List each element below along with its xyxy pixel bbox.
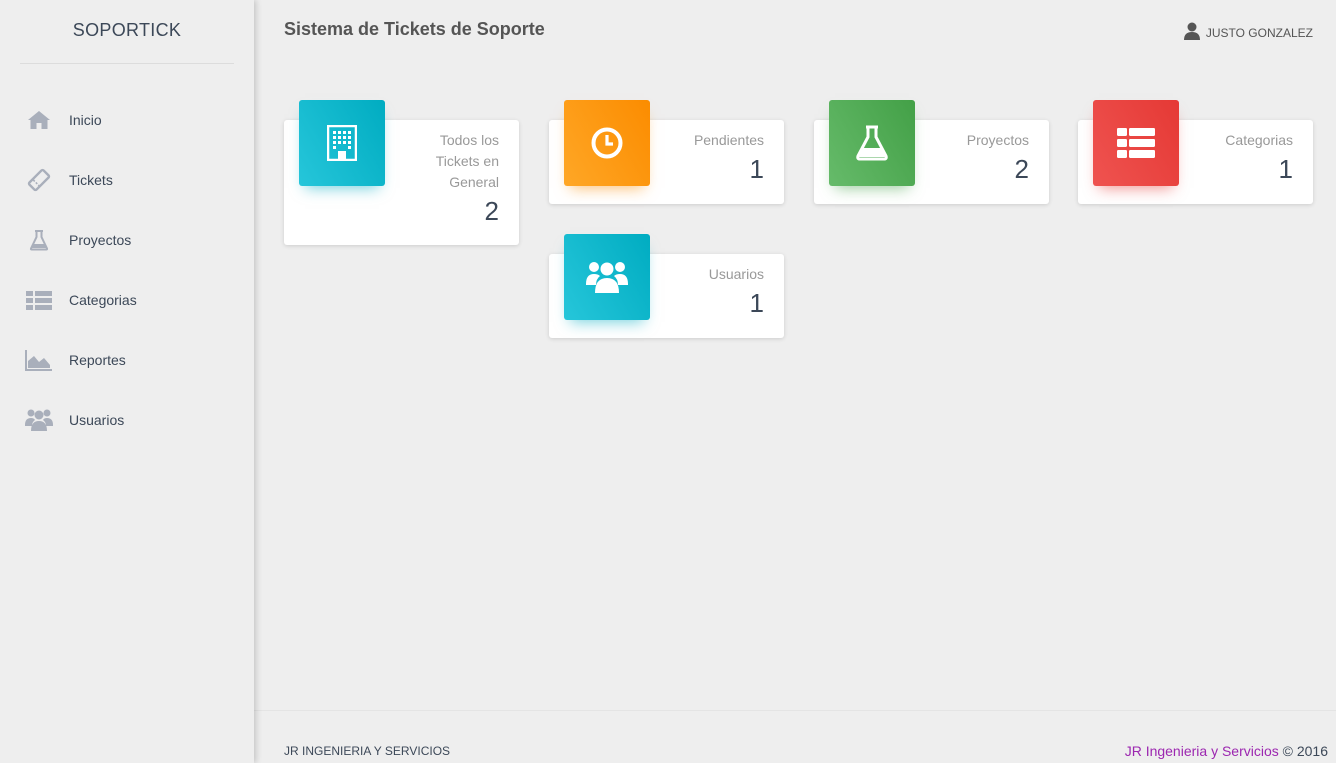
card-value: 1 — [749, 154, 764, 184]
users-icon — [564, 234, 650, 320]
home-icon — [25, 108, 53, 132]
users-icon — [25, 408, 53, 432]
card-category: Proyectos — [966, 132, 1029, 148]
footer: JR INGENIERIA Y SERVICIOS JR Ingenieria … — [254, 710, 1336, 763]
card-category: Categorias — [1225, 132, 1293, 148]
footer-company-link[interactable]: JR Ingenieria y Servicios — [1125, 743, 1279, 759]
sidebar: SOPORTICK Inicio Tickets Proyectos Categ… — [0, 0, 254, 763]
sidebar-item-label: Usuarios — [69, 412, 125, 428]
sidebar-item-label: Reportes — [69, 352, 126, 368]
user-menu[interactable]: JUSTO GONZALEZ — [1183, 22, 1313, 43]
clock-icon — [564, 100, 650, 186]
user-name: JUSTO GONZALEZ — [1205, 25, 1313, 40]
list-icon — [1093, 100, 1179, 186]
footer-company: JR INGENIERIA Y SERVICIOS — [284, 744, 451, 758]
flask-icon — [25, 228, 53, 252]
card-value: 2 — [484, 196, 499, 226]
sidebar-item-label: Proyectos — [69, 232, 132, 248]
main-panel: Sistema de Tickets de Soporte JUSTO GONZ… — [254, 0, 1336, 763]
sidebar-item-label: Tickets — [69, 172, 113, 188]
ticket-icon — [25, 168, 53, 192]
stat-card-categorias[interactable]: Categorias 1 — [1078, 100, 1313, 204]
sidebar-item-label: Inicio — [69, 112, 102, 128]
sidebar-item-categorias[interactable]: Categorias — [0, 270, 254, 330]
sidebar-item-reportes[interactable]: Reportes — [0, 330, 254, 390]
list-icon — [25, 288, 53, 312]
card-value: 1 — [749, 288, 764, 318]
sidebar-item-proyectos[interactable]: Proyectos — [0, 210, 254, 270]
sidebar-item-inicio[interactable]: Inicio — [0, 90, 254, 150]
copyright-text: © 2016 — [1282, 743, 1328, 759]
card-value: 1 — [1278, 154, 1293, 184]
footer-copyright: JR Ingenieria y Servicios © 2016 — [1125, 743, 1328, 759]
sidebar-item-tickets[interactable]: Tickets — [0, 150, 254, 210]
card-value: 2 — [1014, 154, 1029, 184]
card-category: Usuarios — [708, 266, 764, 282]
stat-card-proyectos[interactable]: Proyectos 2 — [814, 100, 1049, 204]
stat-card-todos-tickets[interactable]: Todos los Tickets en General 2 — [284, 100, 519, 245]
brand-logo[interactable]: SOPORTICK — [20, 0, 234, 64]
sidebar-item-usuarios[interactable]: Usuarios — [0, 390, 254, 450]
page-title: Sistema de Tickets de Soporte — [284, 19, 545, 39]
area-chart-icon — [25, 348, 53, 372]
stat-card-pendientes[interactable]: Pendientes 1 — [549, 100, 784, 204]
user-icon — [1183, 22, 1200, 43]
sidebar-item-label: Categorias — [69, 292, 137, 308]
card-category: Todos los Tickets en General — [435, 132, 499, 190]
stat-card-usuarios[interactable]: Usuarios 1 — [549, 234, 784, 338]
card-category: Pendientes — [693, 132, 764, 148]
building-icon — [299, 100, 385, 186]
sidebar-nav: Inicio Tickets Proyectos Categorias Repo… — [0, 90, 254, 450]
flask-icon — [829, 100, 915, 186]
